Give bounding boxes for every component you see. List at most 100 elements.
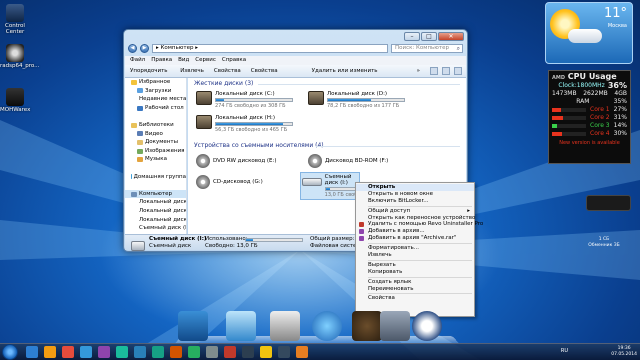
context-menu-item[interactable]: Включить BitLocker... — [356, 198, 474, 205]
drive-d[interactable]: Локальный диск (D:) 78,2 ГБ свободно из … — [308, 91, 405, 109]
minimize-button[interactable]: – — [404, 32, 420, 41]
ram-row: RAM 35% — [576, 98, 627, 105]
desktop-icon-control-center[interactable]: Control Center — [0, 4, 30, 35]
forward-button[interactable]: ▶ — [140, 44, 149, 53]
nav-item[interactable]: Съемный диск (I: — [125, 224, 186, 233]
drive-name: Дисковод BD-ROM (F:) — [325, 158, 389, 164]
nav-item[interactable]: Локальный диск — [125, 207, 186, 216]
back-button[interactable]: ◀ — [128, 44, 137, 53]
context-menu-item[interactable]: Добавить в архив... — [356, 228, 474, 235]
context-menu-item[interactable]: Создать ярлык — [356, 279, 474, 286]
display-settings-icon[interactable] — [270, 311, 300, 341]
preview-pane-icon[interactable] — [442, 67, 450, 75]
menu-file[interactable]: Файл — [130, 56, 145, 65]
taskbar-app-icon[interactable] — [44, 346, 56, 358]
taskbar-app-icon[interactable] — [296, 346, 308, 358]
taskbar-app-icon[interactable] — [80, 346, 92, 358]
organize-button[interactable]: Упорядочить ▾ — [130, 65, 170, 87]
nav-item[interactable]: Изображения — [125, 147, 186, 156]
taskbar-app-icon[interactable] — [152, 346, 164, 358]
taskbar-app-icon[interactable] — [260, 346, 272, 358]
context-menu-item[interactable]: Вырезать — [356, 262, 474, 269]
taskbar-app-icon[interactable] — [206, 346, 218, 358]
drive-i-selected[interactable]: Съемный диск (I:) 13,0 ГБ своб — [300, 172, 360, 200]
menu-help[interactable]: Справка — [222, 56, 246, 65]
nav-item[interactable]: Библиотеки — [125, 121, 186, 130]
search-input[interactable]: Поиск: Компьютер ⌕ — [391, 44, 463, 53]
cpu-usage-gadget[interactable]: AMD CPU Usage 36% Clock:1800MHz 1473MB 26… — [548, 70, 631, 164]
nav-item[interactable]: Рабочий стол — [125, 104, 186, 113]
nav-item[interactable]: Локальный диск — [125, 198, 186, 207]
nav-item[interactable]: Документы — [125, 138, 186, 147]
desktop-icon-radsp64[interactable]: radsp64_pro... — [0, 44, 39, 69]
globe-icon[interactable] — [312, 311, 342, 341]
taskbar-app-icon[interactable] — [242, 346, 254, 358]
drive-c[interactable]: Локальный диск (C:) 274 ГБ свободно из 3… — [196, 91, 293, 109]
cd-drive-icon — [196, 175, 210, 189]
context-menu-item[interactable]: Форматировать... — [356, 245, 474, 252]
taskbar-app-icon[interactable] — [170, 346, 182, 358]
context-menu-item[interactable]: Общий доступ ▸ — [356, 208, 474, 215]
folder-icon[interactable] — [380, 311, 410, 341]
taskbar-app-icon[interactable] — [134, 346, 146, 358]
properties-button[interactable]: Свойства — [214, 65, 241, 77]
computer-icon[interactable] — [178, 311, 208, 341]
taskbar-app-icon[interactable] — [26, 346, 38, 358]
menu-tools[interactable]: Сервис — [195, 56, 216, 65]
media-gadget[interactable] — [586, 195, 631, 211]
nav-item[interactable]: Избранное — [125, 78, 186, 87]
context-menu-item[interactable]: Извлечь — [356, 252, 474, 259]
taskbar-app-icon[interactable] — [98, 346, 110, 358]
start-button[interactable] — [2, 344, 18, 360]
uninstall-program-button[interactable]: Удалить или изменить программу — [312, 65, 407, 87]
nav-item[interactable]: Музыка — [125, 155, 186, 164]
taskbar-app-icon[interactable] — [278, 346, 290, 358]
cpu-core-row: Core 1 27% — [549, 106, 630, 114]
nav-item[interactable]: Локальный диск — [125, 216, 186, 225]
system-clock[interactable]: 19:36 07.05.2014 — [611, 346, 637, 358]
desktop-icon-mohwarex[interactable]: MOHWarex — [0, 88, 30, 113]
close-button[interactable]: ✕ — [438, 32, 464, 41]
view-options-icon[interactable] — [430, 67, 438, 75]
nav-item[interactable]: Домашняя группа — [125, 173, 186, 182]
more-commands-button[interactable]: » — [417, 65, 420, 77]
system-properties-button[interactable]: Свойства системы — [251, 65, 302, 87]
drive-h[interactable]: Локальный диск (H:) 56,3 ГБ свободно из … — [196, 115, 293, 133]
weather-gadget[interactable]: 11° Москва — [545, 2, 633, 64]
context-menu-item[interactable]: Переименовать — [356, 286, 474, 293]
taskbar-app-icon[interactable] — [62, 346, 74, 358]
taskbar-app-icon[interactable] — [116, 346, 128, 358]
context-menu-item[interactable]: Открыть в новом окне — [356, 191, 474, 198]
menu-item-label: Добавить в архив... — [368, 228, 425, 235]
menu-view[interactable]: Вид — [178, 56, 189, 65]
help-icon[interactable] — [454, 67, 462, 75]
update-notice[interactable]: New version is available — [549, 140, 630, 146]
nav-item[interactable]: Компьютер — [125, 189, 186, 199]
audio-icon[interactable] — [352, 311, 382, 341]
menu-edit[interactable]: Правка — [151, 56, 172, 65]
nav-item-label: Рабочий стол — [145, 104, 184, 111]
context-menu-item[interactable]: Открыть как переносное устройство — [356, 215, 475, 222]
eject-button[interactable]: Извлечь — [180, 65, 204, 77]
taskbar-app-icon[interactable] — [224, 346, 236, 358]
context-menu-item[interactable]: Удалить с помощью Revo Uninstaller Pro — [356, 221, 483, 228]
shield-icon — [6, 88, 24, 106]
nav-item[interactable]: Недавние места — [125, 95, 186, 104]
nav-item[interactable]: Видео — [125, 130, 186, 139]
monitor-icon[interactable] — [226, 311, 256, 341]
language-indicator[interactable]: RU — [561, 348, 568, 354]
nav-item[interactable]: Загрузки — [125, 87, 186, 96]
drive-e[interactable]: DVD RW дисковод (E:) — [196, 154, 277, 168]
context-menu-item[interactable]: Свойства — [356, 295, 474, 302]
drive-f[interactable]: Дисковод BD-ROM (F:) — [308, 154, 388, 168]
address-bar[interactable]: ▸ Компьютер ▸ — [152, 44, 388, 53]
taskbar-app-icon[interactable] — [188, 346, 200, 358]
drive-g[interactable]: CD-дисковод (G:) — [196, 175, 263, 189]
removable-group-title[interactable]: Устройства со съемными носителями (4) — [194, 142, 324, 149]
context-menu-item[interactable]: Копировать — [356, 269, 474, 276]
revo-uninstaller-icon[interactable] — [412, 311, 442, 341]
maximize-button[interactable]: □ — [421, 32, 437, 41]
context-menu-item[interactable]: Открыть — [356, 184, 474, 191]
hdd-group-title[interactable]: Жесткие диски (3) — [194, 80, 253, 87]
context-menu-item[interactable]: Добавить в архив "Archive.rar" — [356, 235, 474, 242]
